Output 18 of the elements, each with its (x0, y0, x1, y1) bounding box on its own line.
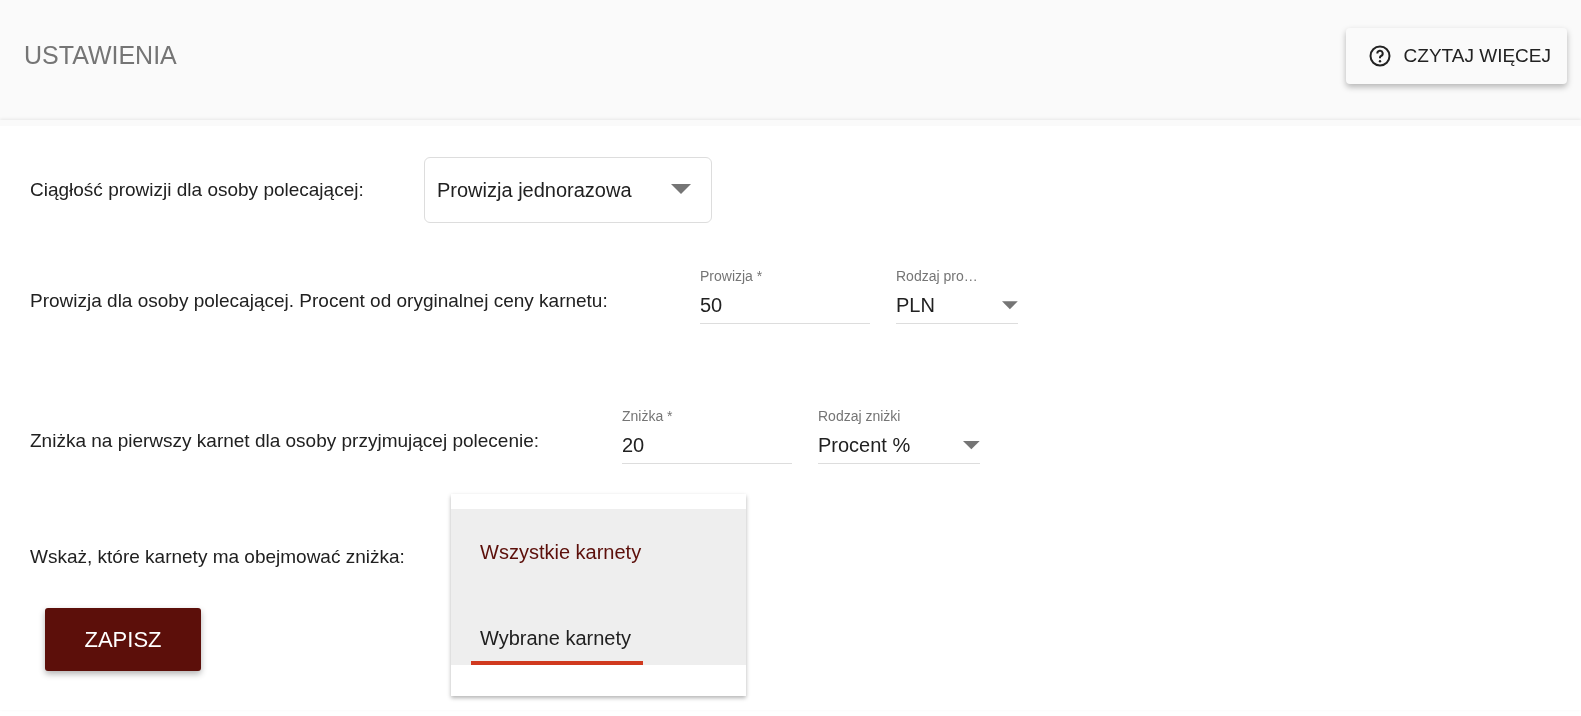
field-label: Ciągłość prowizji dla osoby polecającej: (30, 179, 365, 201)
commission-input-field[interactable]: Prowizja * 50 (700, 268, 870, 324)
dropdown-caret-icon (963, 439, 980, 452)
dropdown-caret-icon (1002, 299, 1018, 312)
read-more-button[interactable]: CZYTAJ WIĘCEJ (1345, 28, 1567, 84)
commission-continuity-select[interactable]: Prowizja jednorazowa (424, 157, 712, 223)
help-icon (1367, 44, 1392, 68)
field-label: Wskaż, które karnety ma obejmować zniżka: (30, 546, 405, 568)
save-button[interactable]: ZAPISZ (45, 608, 201, 671)
field-label: Zniżka na pierwszy karnet dla osoby przyjmującej polecenie: (30, 430, 541, 453)
field-label: Prowizja dla osoby polecającej. Procent od oryginalnej ceny karnetu: (30, 290, 609, 313)
menu-option[interactable]: Wybrane karnety (451, 595, 746, 681)
menu-option[interactable]: Wszystkie karnety (451, 509, 746, 595)
discount-type-select[interactable]: Rodzaj zniżki Procent % (818, 408, 980, 464)
discount-input-field[interactable]: Zniżka * 20 (622, 408, 792, 464)
commission-type-select[interactable]: Rodzaj pro… PLN (896, 268, 1018, 324)
page-title: USTAWIENIA (24, 40, 177, 70)
dropdown-caret-icon (671, 184, 691, 196)
